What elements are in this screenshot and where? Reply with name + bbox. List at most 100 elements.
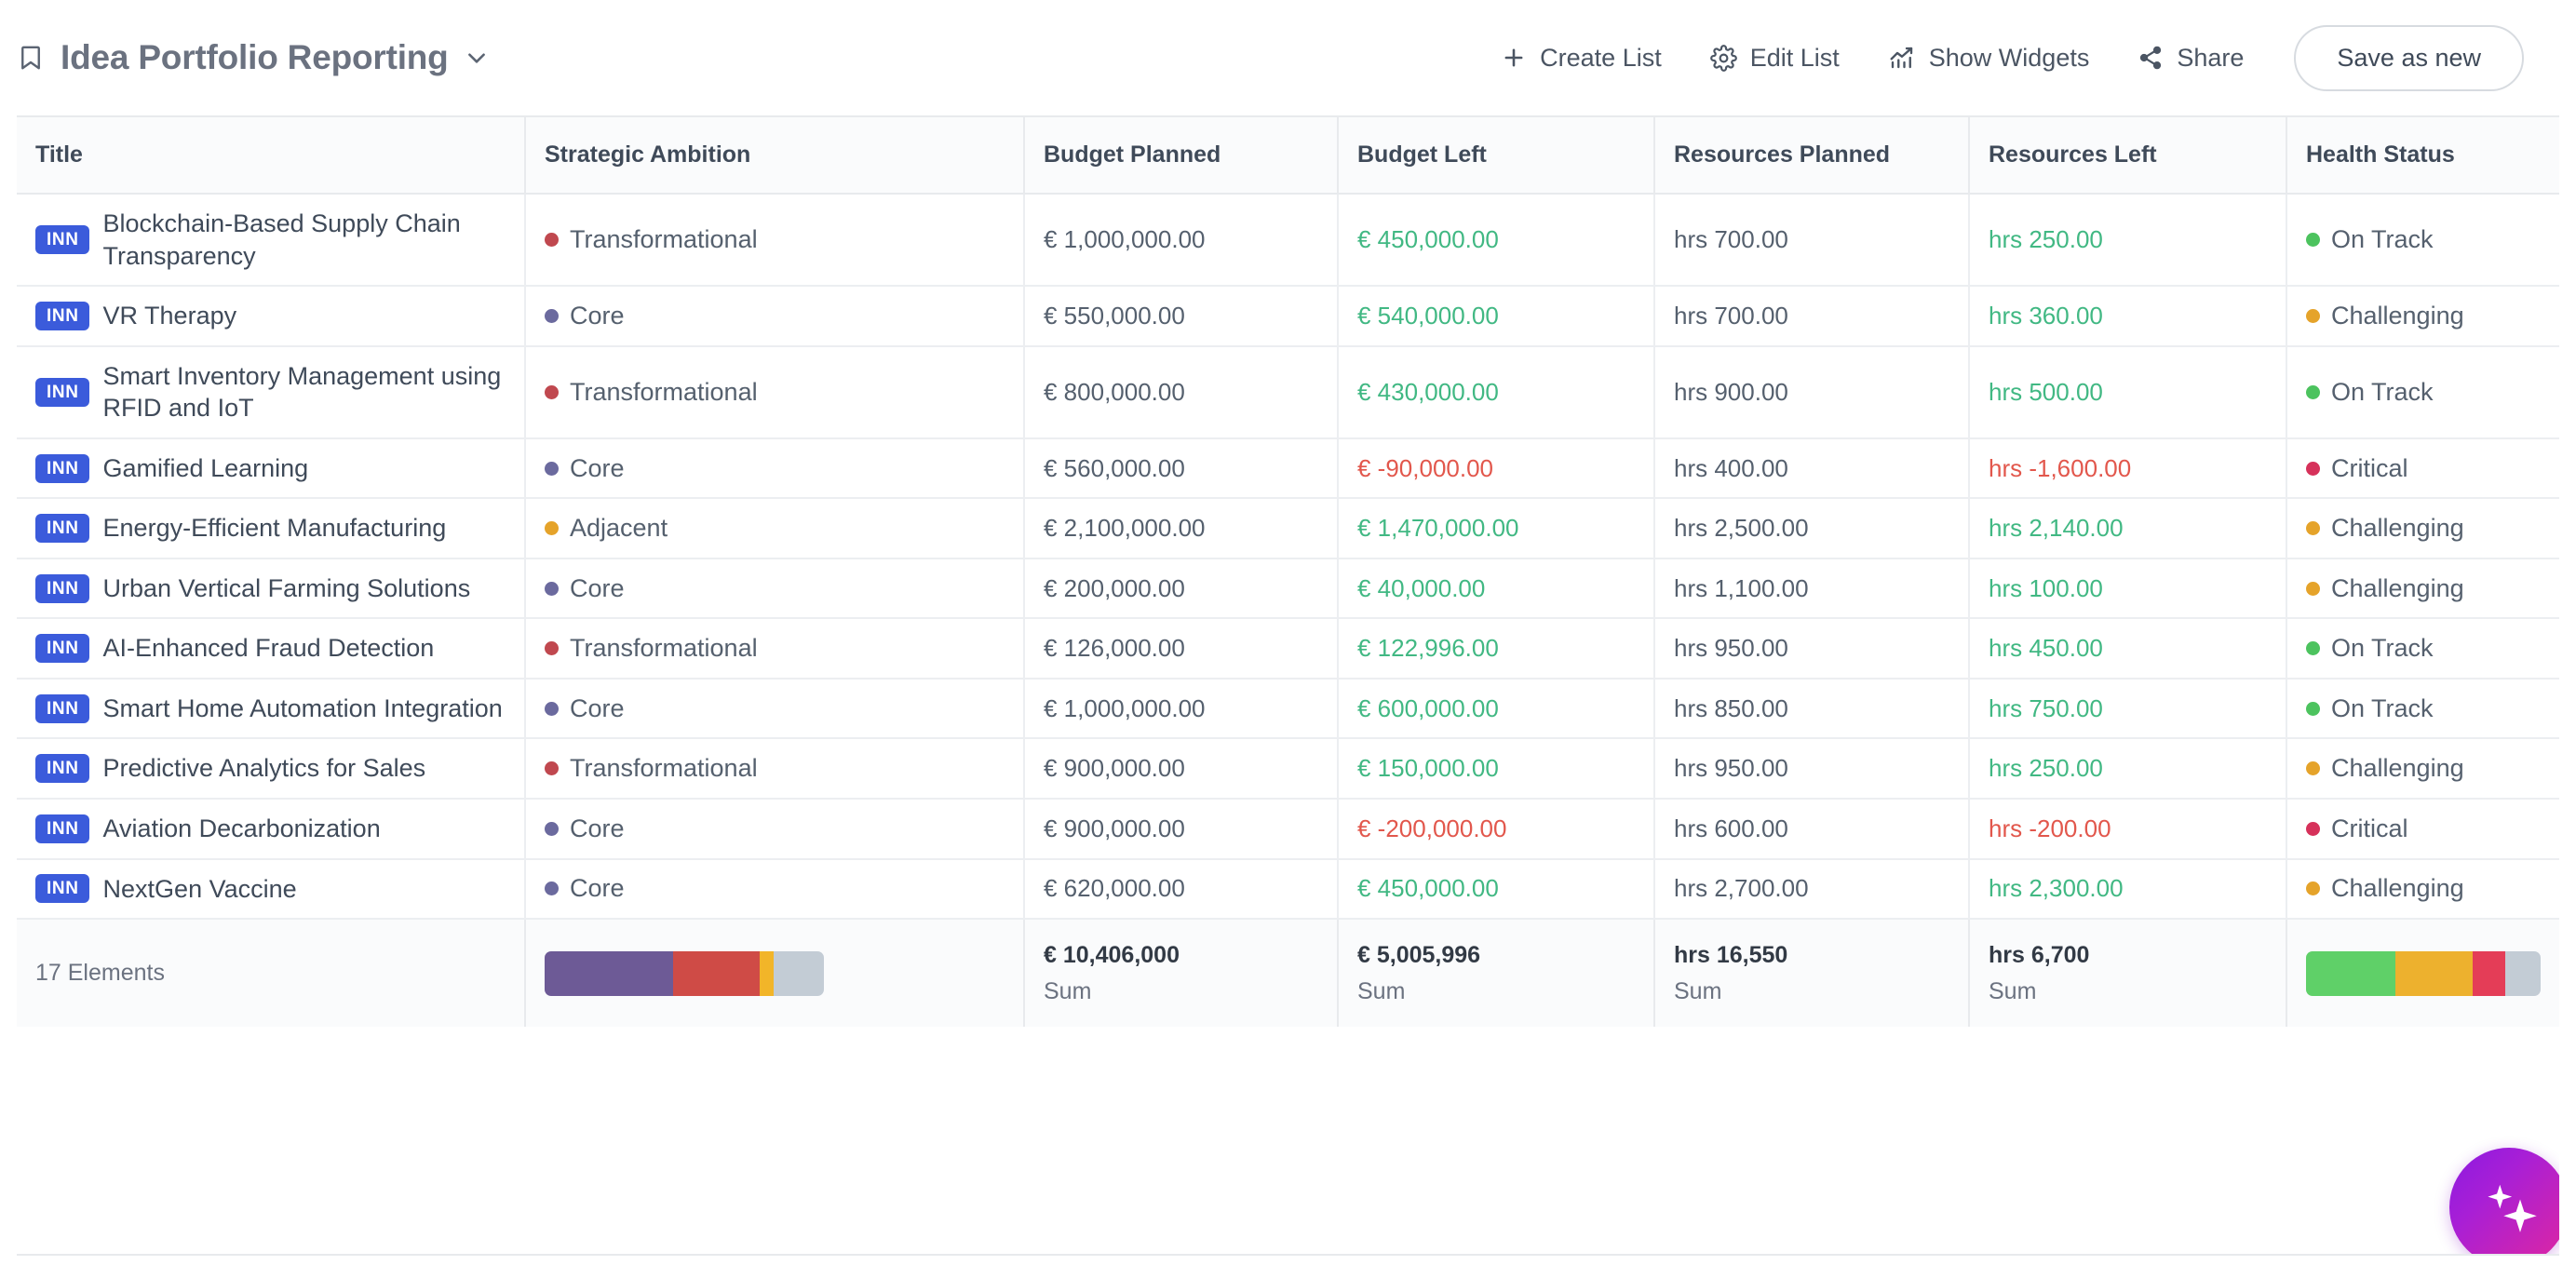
cell-title[interactable]: INN Urban Vertical Farming Solutions — [17, 558, 526, 620]
cell-health-status[interactable]: Challenging — [2286, 858, 2559, 921]
column-header-strategic-ambition[interactable]: Strategic Ambition — [525, 117, 1025, 195]
cell-budget-planned[interactable]: € 620,000.00 — [1024, 858, 1339, 921]
cell-strategic-ambition[interactable]: Core — [525, 858, 1025, 921]
cell-health-status[interactable]: On Track — [2286, 618, 2559, 680]
cell-resources-planned[interactable]: hrs 1,100.00 — [1654, 558, 1970, 620]
cell-resources-left[interactable]: hrs -1,600.00 — [1969, 437, 2287, 500]
cell-resources-planned[interactable]: hrs 850.00 — [1654, 678, 1970, 740]
table-row[interactable]: INN NextGen Vaccine Core € 620,000.00 € 450,… — [17, 858, 2559, 921]
cell-health-status[interactable]: Challenging — [2286, 498, 2559, 559]
column-header-resources-planned[interactable]: Resources Planned — [1654, 117, 1970, 195]
cell-strategic-ambition[interactable]: Core — [525, 678, 1025, 740]
cell-health-status[interactable]: On Track — [2286, 194, 2559, 288]
cell-budget-left[interactable]: € -90,000.00 — [1338, 437, 1655, 500]
cell-resources-planned[interactable]: hrs 950.00 — [1654, 738, 1970, 801]
cell-strategic-ambition[interactable]: Transformational — [525, 738, 1025, 801]
cell-title[interactable]: INN NextGen Vaccine — [17, 858, 526, 921]
cell-resources-planned[interactable]: hrs 700.00 — [1654, 194, 1970, 288]
cell-budget-left[interactable]: € -200,000.00 — [1338, 799, 1655, 860]
cell-resources-planned[interactable]: hrs 600.00 — [1654, 799, 1970, 860]
cell-budget-left[interactable]: € 450,000.00 — [1338, 194, 1655, 288]
cell-title[interactable]: INN Gamified Learning — [17, 437, 526, 500]
show-widgets-button[interactable]: Show Widgets — [1864, 33, 2114, 84]
cell-resources-left[interactable]: hrs -200.00 — [1969, 799, 2287, 860]
cell-strategic-ambition[interactable]: Core — [525, 286, 1025, 347]
cell-budget-planned[interactable]: € 1,000,000.00 — [1024, 678, 1339, 740]
table-row[interactable]: INN AI-Enhanced Fraud Detection Transforma… — [17, 618, 2559, 680]
edit-list-button[interactable]: Edit List — [1686, 33, 1864, 84]
cell-budget-left[interactable]: € 40,000.00 — [1338, 558, 1655, 620]
cell-budget-left[interactable]: € 450,000.00 — [1338, 858, 1655, 921]
cell-strategic-ambition[interactable]: Core — [525, 799, 1025, 860]
cell-health-status[interactable]: Challenging — [2286, 558, 2559, 620]
chevron-down-icon[interactable] — [465, 46, 489, 70]
cell-resources-left[interactable]: hrs 250.00 — [1969, 738, 2287, 801]
cell-title[interactable]: INN AI-Enhanced Fraud Detection — [17, 618, 526, 680]
cell-resources-planned[interactable]: hrs 950.00 — [1654, 618, 1970, 680]
ai-assistant-button[interactable] — [2449, 1148, 2559, 1254]
cell-resources-left[interactable]: hrs 2,300.00 — [1969, 858, 2287, 921]
cell-budget-planned[interactable]: € 800,000.00 — [1024, 345, 1339, 439]
cell-title[interactable]: INN VR Therapy — [17, 286, 526, 347]
cell-strategic-ambition[interactable]: Adjacent — [525, 498, 1025, 559]
column-header-health-status[interactable]: Health Status — [2286, 117, 2559, 195]
cell-budget-left[interactable]: € 150,000.00 — [1338, 738, 1655, 801]
table-row[interactable]: INN Aviation Decarbonization Core € 900,000… — [17, 799, 2559, 860]
cell-resources-left[interactable]: hrs 450.00 — [1969, 618, 2287, 680]
cell-strategic-ambition[interactable]: Transformational — [525, 345, 1025, 439]
create-list-button[interactable]: Create List — [1477, 33, 1686, 84]
cell-strategic-ambition[interactable]: Core — [525, 558, 1025, 620]
table-row[interactable]: INN Predictive Analytics for Sales Transfo… — [17, 738, 2559, 801]
cell-budget-left[interactable]: € 600,000.00 — [1338, 678, 1655, 740]
cell-strategic-ambition[interactable]: Transformational — [525, 194, 1025, 288]
cell-health-status[interactable]: On Track — [2286, 345, 2559, 439]
cell-budget-left[interactable]: € 122,996.00 — [1338, 618, 1655, 680]
cell-budget-planned[interactable]: € 200,000.00 — [1024, 558, 1339, 620]
cell-resources-left[interactable]: hrs 250.00 — [1969, 194, 2287, 288]
share-button[interactable]: Share — [2113, 33, 2268, 84]
cell-resources-planned[interactable]: hrs 2,700.00 — [1654, 858, 1970, 921]
save-as-new-button[interactable]: Save as new — [2294, 24, 2524, 91]
cell-resources-left[interactable]: hrs 100.00 — [1969, 558, 2287, 620]
cell-health-status[interactable]: Critical — [2286, 799, 2559, 860]
table-row[interactable]: INN Urban Vertical Farming Solutions Core €… — [17, 558, 2559, 620]
cell-resources-planned[interactable]: hrs 700.00 — [1654, 286, 1970, 347]
cell-budget-left[interactable]: € 430,000.00 — [1338, 345, 1655, 439]
cell-budget-planned[interactable]: € 2,100,000.00 — [1024, 498, 1339, 559]
cell-title[interactable]: INN Aviation Decarbonization — [17, 799, 526, 860]
list-title-dropdown[interactable]: Idea Portfolio Reporting — [17, 38, 489, 77]
cell-budget-planned[interactable]: € 126,000.00 — [1024, 618, 1339, 680]
column-header-title[interactable]: Title — [17, 117, 526, 195]
cell-resources-planned[interactable]: hrs 900.00 — [1654, 345, 1970, 439]
cell-resources-left[interactable]: hrs 500.00 — [1969, 345, 2287, 439]
cell-budget-left[interactable]: € 1,470,000.00 — [1338, 498, 1655, 559]
cell-resources-planned[interactable]: hrs 400.00 — [1654, 437, 1970, 500]
column-header-budget-planned[interactable]: Budget Planned — [1024, 117, 1339, 195]
cell-health-status[interactable]: Challenging — [2286, 738, 2559, 801]
cell-budget-planned[interactable]: € 900,000.00 — [1024, 799, 1339, 860]
cell-health-status[interactable]: On Track — [2286, 678, 2559, 740]
cell-resources-left[interactable]: hrs 2,140.00 — [1969, 498, 2287, 559]
cell-strategic-ambition[interactable]: Core — [525, 437, 1025, 500]
cell-title[interactable]: INN Energy-Efficient Manufacturing — [17, 498, 526, 559]
cell-health-status[interactable]: Challenging — [2286, 286, 2559, 347]
cell-budget-left[interactable]: € 540,000.00 — [1338, 286, 1655, 347]
cell-title[interactable]: INN Smart Home Automation Integration — [17, 678, 526, 740]
cell-health-status[interactable]: Critical — [2286, 437, 2559, 500]
cell-resources-planned[interactable]: hrs 2,500.00 — [1654, 498, 1970, 559]
cell-title[interactable]: INN Predictive Analytics for Sales — [17, 738, 526, 801]
cell-budget-planned[interactable]: € 560,000.00 — [1024, 437, 1339, 500]
column-header-budget-left[interactable]: Budget Left — [1338, 117, 1655, 195]
table-row[interactable]: INN Blockchain-Based Supply Chain Transpa… — [17, 194, 2559, 288]
table-row[interactable]: INN Smart Home Automation Integration Core… — [17, 678, 2559, 740]
table-row[interactable]: INN VR Therapy Core € 550,000.00 € 540,000.0… — [17, 286, 2559, 347]
table-row[interactable]: INN Smart Inventory Management using RFID… — [17, 345, 2559, 439]
cell-strategic-ambition[interactable]: Transformational — [525, 618, 1025, 680]
cell-budget-planned[interactable]: € 550,000.00 — [1024, 286, 1339, 347]
cell-budget-planned[interactable]: € 900,000.00 — [1024, 738, 1339, 801]
table-row[interactable]: INN Gamified Learning Core € 560,000.00 € -9… — [17, 437, 2559, 500]
cell-resources-left[interactable]: hrs 750.00 — [1969, 678, 2287, 740]
cell-resources-left[interactable]: hrs 360.00 — [1969, 286, 2287, 347]
cell-title[interactable]: INN Blockchain-Based Supply Chain Transpa… — [17, 194, 526, 288]
cell-budget-planned[interactable]: € 1,000,000.00 — [1024, 194, 1339, 288]
